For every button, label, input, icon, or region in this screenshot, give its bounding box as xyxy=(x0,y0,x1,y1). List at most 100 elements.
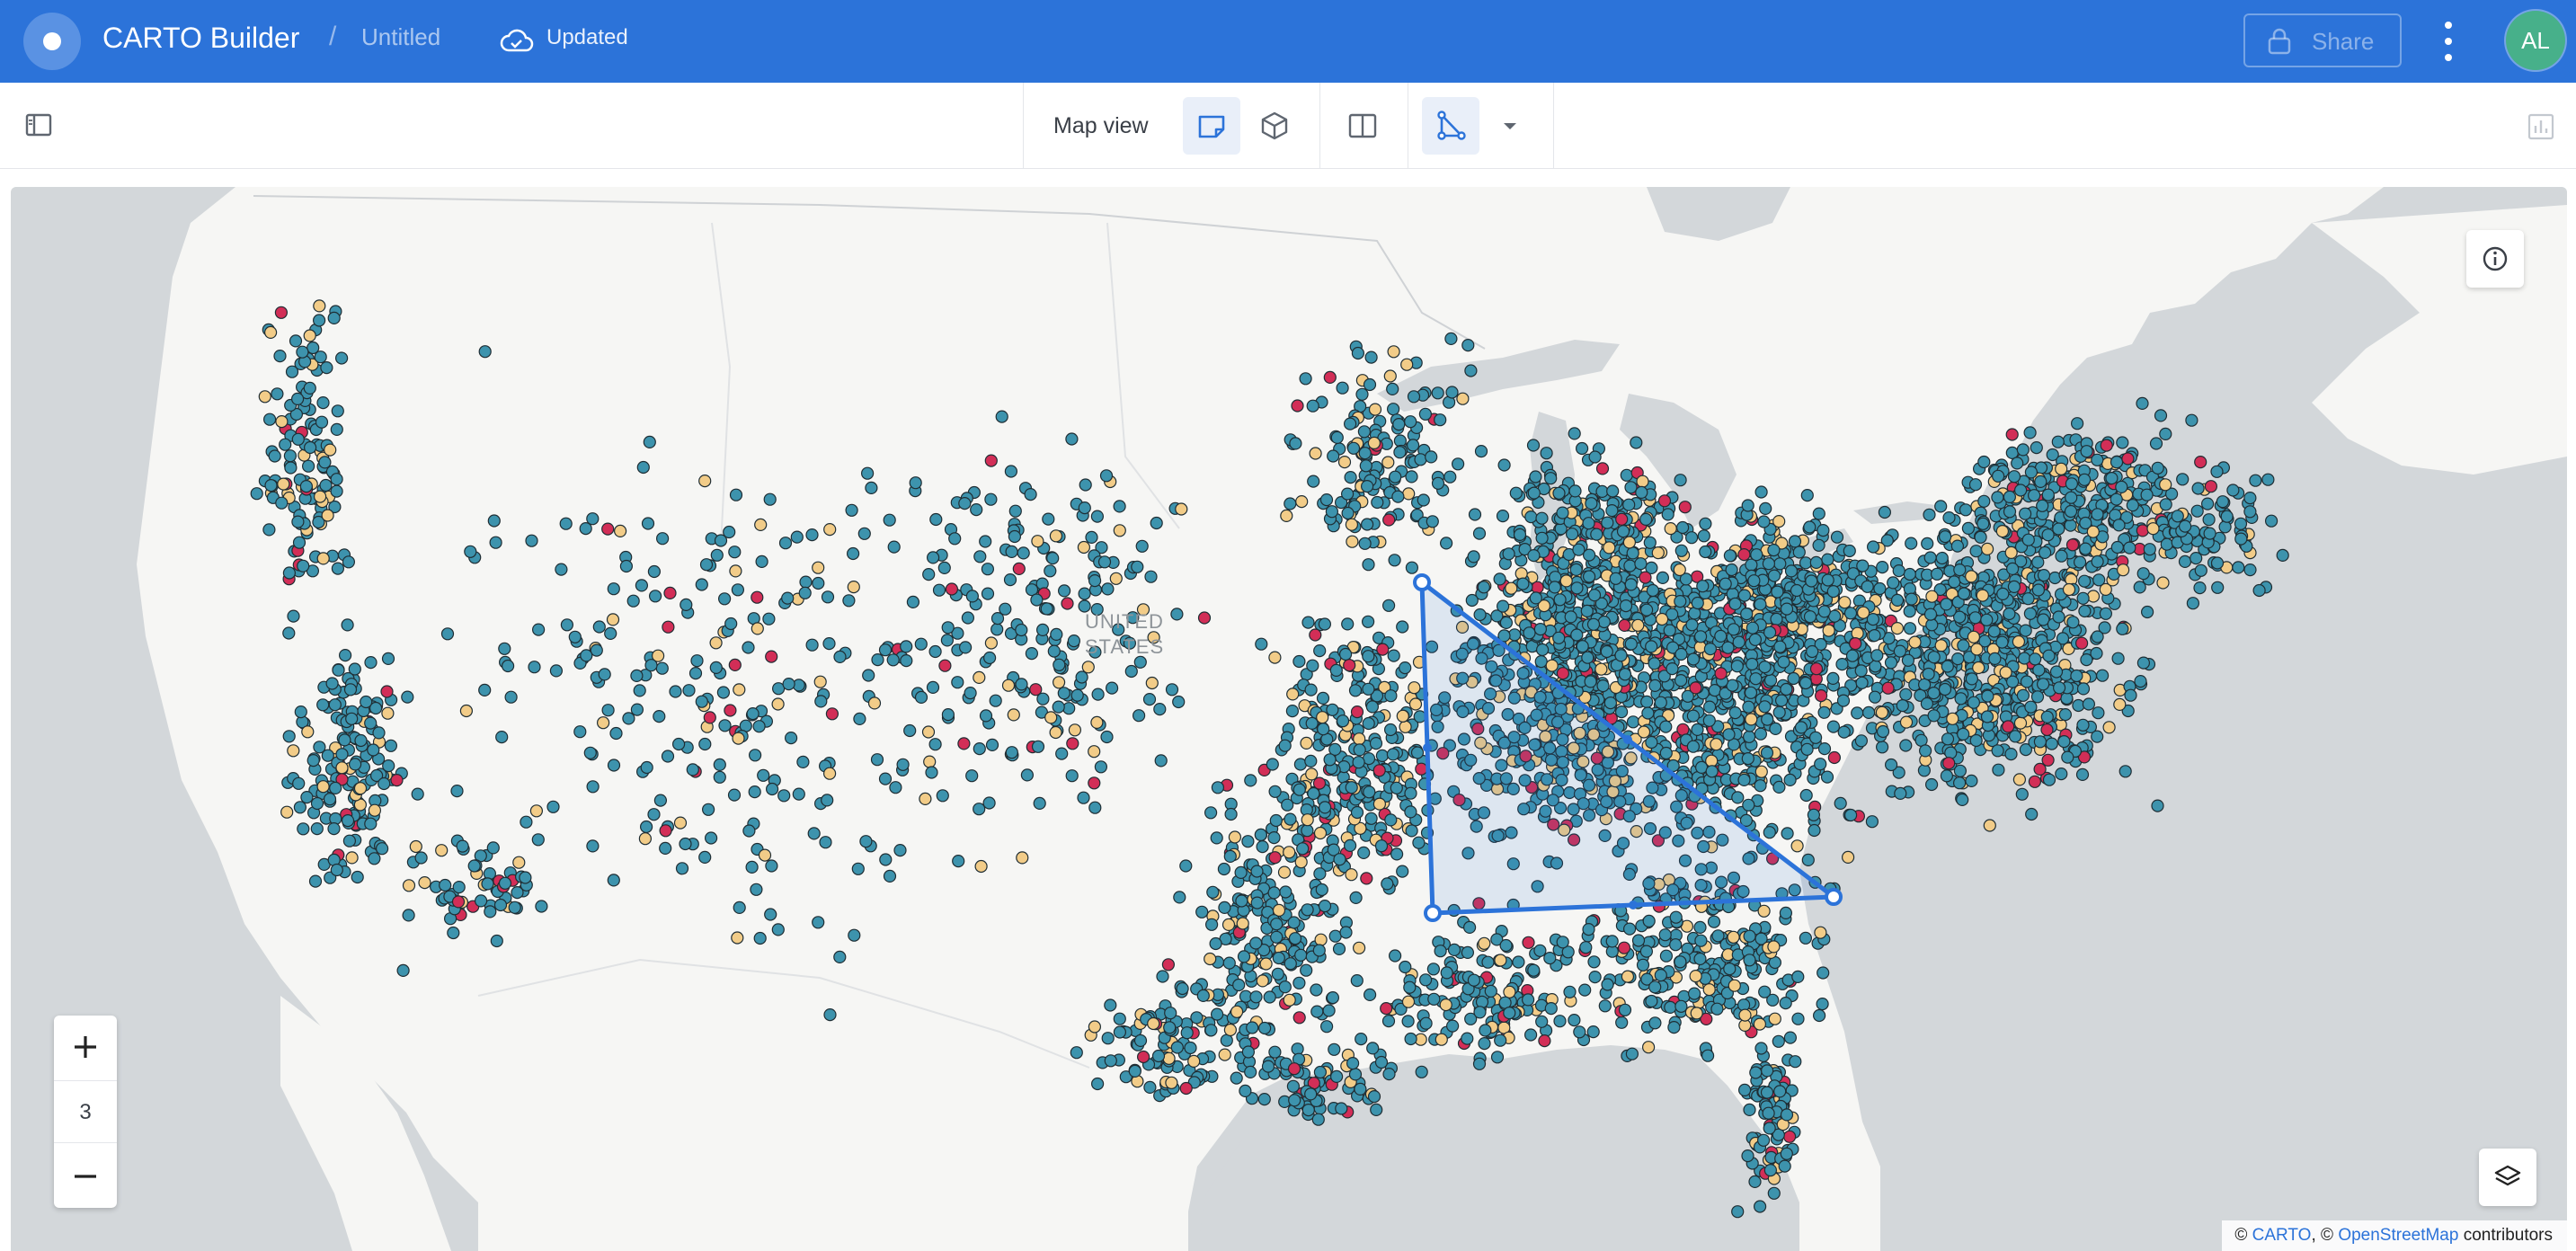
map-point xyxy=(1803,520,1817,534)
map-point xyxy=(750,883,763,896)
map-point xyxy=(2005,428,2019,441)
map-point xyxy=(1362,716,1375,731)
map-point xyxy=(1743,954,1756,967)
map-point xyxy=(2024,466,2038,479)
2d-view-button[interactable] xyxy=(1183,97,1240,155)
map-point xyxy=(2261,473,2275,486)
map-point xyxy=(1622,498,1636,511)
map-point xyxy=(1684,531,1699,545)
map-point xyxy=(1950,539,1964,553)
map-point xyxy=(559,517,573,530)
map-point xyxy=(941,621,955,634)
map-point xyxy=(2076,591,2090,605)
map-point xyxy=(1687,987,1701,1000)
map-point xyxy=(1723,962,1737,976)
map-point xyxy=(1391,490,1405,503)
map-point xyxy=(1694,934,1708,947)
map-point xyxy=(1817,705,1831,719)
map-point xyxy=(531,833,545,847)
share-button[interactable]: Share xyxy=(2243,13,2402,67)
map-point xyxy=(1381,456,1395,469)
map-point xyxy=(275,496,289,510)
map-point xyxy=(1543,951,1557,965)
map-point xyxy=(1057,584,1071,598)
map-point xyxy=(1113,1025,1127,1039)
map-point xyxy=(1465,593,1479,608)
map-point xyxy=(1849,637,1862,651)
map-point xyxy=(1346,535,1359,548)
map-point xyxy=(2185,413,2198,427)
map-point xyxy=(1770,612,1783,626)
map-point xyxy=(1581,651,1594,664)
map-point xyxy=(1040,602,1053,616)
map-point xyxy=(1154,754,1168,767)
map-point xyxy=(1991,491,2004,504)
user-avatar[interactable]: AL xyxy=(2506,11,2565,70)
map-point xyxy=(982,796,996,810)
map-point xyxy=(1383,369,1397,383)
map-point xyxy=(487,514,501,528)
more-options-icon[interactable] xyxy=(2436,20,2461,63)
dropdown-caret-icon[interactable] xyxy=(1501,120,1519,131)
map-point xyxy=(329,781,342,795)
map-point xyxy=(1887,576,1900,590)
map-point xyxy=(2080,445,2093,458)
map-point xyxy=(1090,1077,1105,1091)
map-point xyxy=(2232,561,2245,574)
sidebar-toggle-icon[interactable] xyxy=(25,113,52,137)
map-point xyxy=(1210,831,1223,845)
map-point xyxy=(865,481,878,494)
map-point xyxy=(1605,504,1619,518)
map-point xyxy=(1767,1186,1781,1200)
map-point xyxy=(493,898,508,912)
map-point xyxy=(2014,484,2028,497)
map-point xyxy=(1754,779,1767,793)
map-point xyxy=(842,594,856,608)
map-point xyxy=(1639,512,1653,526)
map-point xyxy=(805,528,819,542)
map-point xyxy=(2078,574,2092,588)
map-point xyxy=(1618,1003,1632,1016)
map-name[interactable]: Untitled xyxy=(361,23,440,51)
map-point xyxy=(2191,482,2205,495)
map-point xyxy=(1404,786,1417,800)
map-point xyxy=(1004,465,1018,478)
map-point xyxy=(368,852,381,865)
map-point xyxy=(1753,1017,1767,1031)
map-point xyxy=(1390,847,1404,861)
map-point xyxy=(1473,1006,1487,1019)
map-point xyxy=(1250,896,1264,909)
3d-view-button[interactable] xyxy=(1246,97,1303,155)
map-point xyxy=(2136,656,2150,670)
draw-polygon-button[interactable] xyxy=(1422,97,1479,155)
map-point xyxy=(1970,643,1984,656)
map-point xyxy=(1128,1064,1141,1078)
map-point xyxy=(2041,528,2055,542)
map-point xyxy=(1371,495,1384,510)
map-point xyxy=(2064,504,2078,519)
map-point xyxy=(292,536,306,549)
map-point xyxy=(1211,781,1225,794)
map-point xyxy=(402,909,415,922)
map-point xyxy=(1439,537,1453,550)
map-point xyxy=(2074,555,2087,569)
map-point xyxy=(1478,936,1491,950)
map-point xyxy=(607,874,620,887)
split-view-button[interactable] xyxy=(1334,97,1391,155)
map-point xyxy=(2119,765,2132,778)
map-point xyxy=(1564,610,1577,624)
map-point xyxy=(1343,838,1357,853)
widgets-panel-icon[interactable] xyxy=(2527,113,2554,140)
map-point xyxy=(1778,1159,1791,1173)
map-point xyxy=(825,707,839,721)
map-point xyxy=(1228,830,1242,844)
map-point xyxy=(289,334,303,348)
map-point xyxy=(1337,456,1352,469)
carto-logo[interactable] xyxy=(23,13,81,70)
map-point xyxy=(1005,545,1018,558)
map-point xyxy=(1881,681,1895,695)
map-point xyxy=(1513,528,1527,541)
map-point xyxy=(1618,618,1631,632)
map-point xyxy=(318,456,332,469)
map-canvas[interactable]: UNITED STATES 3 © CARTO, © OpenStreetMap… xyxy=(11,187,2567,1251)
